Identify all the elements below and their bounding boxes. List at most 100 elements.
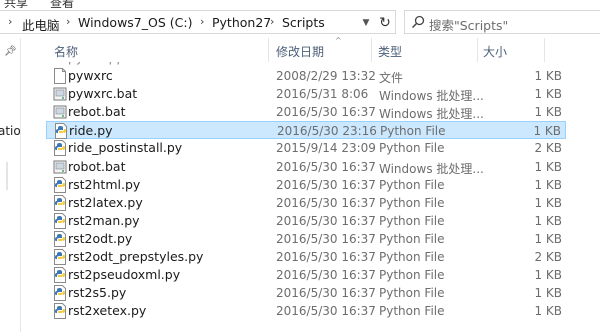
file-modified-date: 2016/5/30 16:37 (276, 250, 376, 264)
file-row[interactable]: robot.bat 2016/5/30 16:37 Windows 批处理... 1 … (46, 158, 566, 176)
file-modified-date: 2016/5/30 16:37 (276, 304, 376, 319)
chevron-down-icon: ▼ (362, 18, 370, 28)
file-modified-date: 2008/2/29 13:32 (276, 69, 376, 83)
file-size: 1 KB (534, 195, 562, 210)
batch-file-icon (53, 86, 67, 102)
list-item-partial[interactable] (46, 320, 566, 332)
file-modified-date: 2016/5/30 16:37 (276, 177, 376, 192)
search-icon (411, 15, 425, 29)
file-list: pywxapp.bat pywxrc2008/2/29 13:32文件1 KBp… (20, 62, 600, 332)
file-row[interactable]: rst2latex.py 2016/5/30 16:37 Python File 1 … (46, 194, 566, 212)
nav-item-truncated[interactable]: ation (0, 124, 20, 138)
python-file-icon (53, 194, 67, 211)
file-type: 文件 (379, 71, 404, 85)
search-input[interactable]: 搜索"Scripts" (404, 10, 600, 34)
address-row: › 此电脑 › Windows7_OS (C:) › Python27 › Sc… (0, 8, 600, 38)
column-name[interactable]: 名称 (54, 43, 78, 60)
file-name: ride.py (69, 123, 113, 139)
file-modified-date: 2015/9/14 23:09 (276, 141, 376, 156)
file-size: 1 KB (534, 105, 562, 120)
vertical-scrollbar[interactable] (594, 62, 600, 332)
column-divider[interactable] (268, 38, 269, 62)
file-name: rst2pseudoxml.py (68, 267, 181, 283)
file-modified-date: 2016/5/31 8:06 (276, 87, 369, 102)
chevron-right-icon[interactable]: › (8, 15, 12, 28)
refresh-button[interactable]: ↻ (376, 13, 394, 33)
file-name: rebot.bat (68, 104, 126, 120)
file-type: Python File (379, 250, 445, 264)
ribbon-tab-share[interactable]: 共享 (4, 0, 28, 8)
file-row[interactable]: rst2xetex.py 2016/5/30 16:37 Python File 1 … (46, 302, 566, 320)
file-name: rst2odt.py (68, 230, 133, 246)
ribbon-tab-view[interactable]: 查看 (50, 0, 74, 8)
breadcrumb-drive-c[interactable]: Windows7_OS (C:) (78, 15, 192, 30)
file-size: 1 KB (534, 213, 562, 228)
file-name-partial: pywxapp.bat (68, 62, 149, 65)
file-row[interactable]: pywxrc 2008/2/29 13:32 文件 1 KB (46, 67, 566, 85)
file-row[interactable]: rst2s5.py 2016/5/30 16:37 Python File 1 KB (46, 284, 566, 302)
file-row[interactable]: ride.py 2016/5/30 23:16 Python File 1 KB (46, 121, 566, 140)
file-size: 1 KB (534, 268, 562, 283)
file-row[interactable]: rst2odt_prepstyles.py 2016/5/30 16:37 Pyth… (46, 248, 566, 266)
breadcrumb-python27[interactable]: Python27 (212, 15, 271, 30)
python-file-icon (53, 140, 67, 157)
file-name: rst2html.py (68, 176, 141, 192)
search-placeholder: 搜索"Scripts" (429, 18, 509, 33)
file-modified-date: 2016/5/30 23:16 (277, 124, 377, 139)
file-type: Python File (379, 195, 445, 210)
file-size: 1 KB (534, 177, 562, 192)
address-dropdown-button[interactable]: ▼ (358, 13, 374, 33)
file-modified-date: 2016/5/30 16:37 (276, 105, 376, 120)
column-size[interactable]: 大小 (483, 43, 507, 60)
python-file-icon (53, 249, 67, 265)
file-name: rst2xetex.py (68, 303, 147, 319)
file-type: Python File (379, 286, 445, 301)
file-size: 1 KB (534, 159, 562, 174)
file-row[interactable]: rst2html.py 2016/5/30 16:37 Python File 1 K… (46, 176, 566, 194)
column-divider[interactable] (477, 38, 478, 62)
file-modified-date: 2016/5/30 16:37 (276, 268, 376, 283)
python-file-icon (53, 303, 67, 320)
column-divider[interactable] (544, 38, 545, 62)
python-file-icon (53, 285, 67, 302)
breadcrumb-this-pc[interactable]: 此电脑 (22, 15, 60, 34)
refresh-icon: ↻ (379, 15, 391, 31)
file-name: ride_postinstall.py (68, 140, 183, 156)
python-file-icon (53, 212, 67, 229)
file-size: 1 KB (534, 304, 562, 319)
ribbon-strip: 共享 查看 (0, 0, 600, 8)
generic-file-icon (53, 68, 67, 84)
file-size: 1 KB (534, 69, 562, 83)
column-type[interactable]: 类型 (378, 43, 402, 60)
column-date[interactable]: 修改日期 (276, 43, 324, 60)
chevron-right-icon[interactable]: › (200, 15, 204, 28)
file-name: rst2latex.py (68, 194, 143, 210)
file-size: 1 KB (533, 124, 561, 139)
file-row[interactable]: ride_postinstall.py 2015/9/14 23:09 Python… (46, 139, 566, 157)
batch-file-icon (53, 159, 67, 175)
chevron-right-icon[interactable]: › (66, 15, 70, 28)
file-row[interactable]: pywxrc.bat 2016/5/31 8:06 Windows 批处理... 1 … (46, 85, 566, 103)
nav-scrollbar[interactable] (6, 162, 8, 190)
python-file-icon (53, 176, 67, 193)
file-type: Windows 批处理... (379, 89, 484, 104)
address-bar[interactable]: › 此电脑 › Windows7_OS (C:) › Python27 › Sc… (0, 10, 396, 34)
file-row[interactable]: rebot.bat 2016/5/30 16:37 Windows 批处理... 1 … (46, 103, 566, 121)
file-row[interactable]: rst2odt.py 2016/5/30 16:37 Python File 1 KB (46, 230, 566, 248)
column-divider[interactable] (371, 38, 372, 62)
file-type: Python File (379, 177, 445, 192)
file-row[interactable]: rst2man.py 2016/5/30 16:37 Python File 1 KB (46, 212, 566, 230)
file-type: Python File (380, 124, 446, 139)
file-name: pywxrc (68, 68, 113, 83)
file-name: rst2s5.py (68, 285, 127, 301)
file-type: Python File (379, 268, 445, 283)
file-name: robot.bat (68, 158, 126, 174)
navigation-pane[interactable]: 📌︎ ation (0, 38, 21, 332)
file-name: rst2man.py (68, 212, 140, 228)
file-name: pywxrc.bat (68, 86, 138, 102)
pin-icon[interactable]: 📌︎ (4, 46, 17, 57)
file-row[interactable]: rst2pseudoxml.py 2016/5/30 16:37 Python Fi… (46, 266, 566, 284)
breadcrumb-scripts[interactable]: Scripts (282, 15, 325, 30)
chevron-right-icon[interactable]: › (270, 15, 274, 28)
python-file-icon (53, 230, 67, 247)
